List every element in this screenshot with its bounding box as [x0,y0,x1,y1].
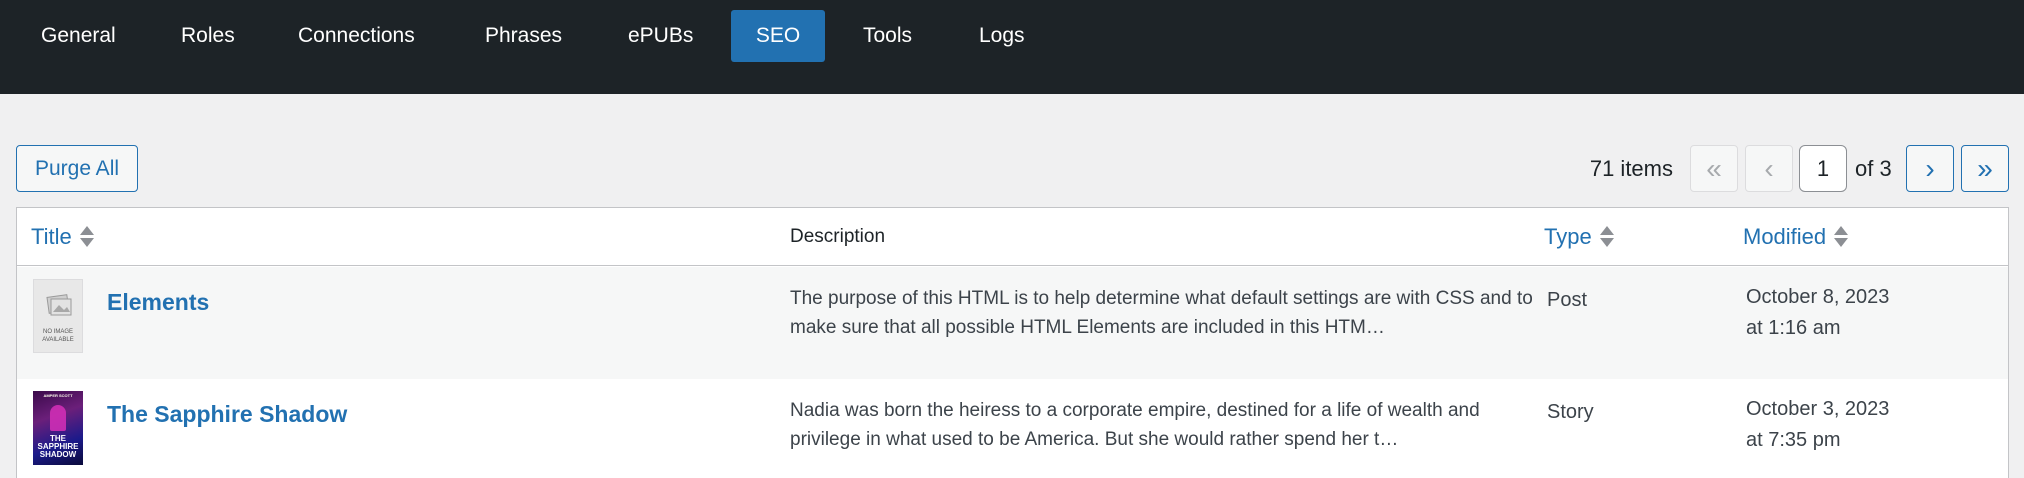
row-description: Nadia was born the heiress to a corporat… [790,400,1480,450]
row-modified-time: at 7:35 pm [1746,429,1841,451]
column-header-type-label: Type [1544,224,1592,249]
purge-all-button[interactable]: Purge All [16,145,138,192]
table-row: AMPER SCOTT THE SAPPHIRE SHADOW The Sapp… [17,379,2008,478]
tab-tools[interactable]: Tools [843,10,932,62]
row-type: Post [1547,289,1588,311]
row-modified: October 3, 2023 at 7:35 pm [1746,394,1889,456]
row-modified-date: October 3, 2023 [1746,398,1890,420]
row-description: The purpose of this HTML is to help dete… [790,288,1533,338]
tab-logs[interactable]: Logs [959,10,1045,62]
first-page-button[interactable]: « [1690,145,1738,192]
current-page-input[interactable]: 1 [1799,145,1847,192]
table-row: NO IMAGE AVAILABLE Elements The purpose … [17,267,2008,379]
column-header-title-label: Title [31,224,72,249]
tab-phrases[interactable]: Phrases [465,10,582,62]
sort-arrows-icon [1834,224,1849,250]
image-placeholder-icon [46,294,72,316]
column-header-modified[interactable]: Modified [1743,208,1849,266]
row-modified-time: at 1:16 am [1746,317,1841,339]
total-pages-label: of 3 [1855,156,1892,181]
tab-general[interactable]: General [21,10,136,62]
tab-connections[interactable]: Connections [278,10,435,62]
column-header-description: Description [790,226,886,247]
cover-author-text: AMPER SCOTT [43,393,73,398]
row-type: Story [1547,401,1594,423]
row-title-link[interactable]: The Sapphire Shadow [107,401,347,428]
column-header-type[interactable]: Type [1544,208,1614,266]
row-modified-date: October 8, 2023 [1746,286,1890,308]
tab-epubs[interactable]: ePUBs [608,10,713,62]
sort-arrows-icon [79,224,94,250]
cover-title-text: THE SAPPHIRE SHADOW [37,434,79,459]
last-page-button[interactable]: » [1961,145,2009,192]
next-page-button[interactable]: › [1906,145,1954,192]
tab-seo[interactable]: SEO [731,10,825,62]
table-header: Title Description Type Modified [17,208,2008,266]
top-navigation: General Roles Connections Phrases ePUBs … [0,0,2024,94]
seo-table: Title Description Type Modified NO IMAGE… [16,207,2009,478]
row-title-link[interactable]: Elements [107,289,209,316]
tab-roles[interactable]: Roles [161,10,255,62]
book-cover-thumbnail: AMPER SCOTT THE SAPPHIRE SHADOW [33,391,83,465]
column-header-title[interactable]: Title [31,208,94,266]
sort-arrows-icon [1599,224,1614,250]
no-image-text: NO IMAGE AVAILABLE [42,329,74,343]
previous-page-button[interactable]: ‹ [1745,145,1793,192]
cover-figure-icon [50,405,66,431]
row-modified: October 8, 2023 at 1:16 am [1746,282,1889,344]
column-header-modified-label: Modified [1743,224,1827,249]
no-image-thumbnail: NO IMAGE AVAILABLE [33,279,83,353]
items-count: 71 items [1589,156,1673,181]
